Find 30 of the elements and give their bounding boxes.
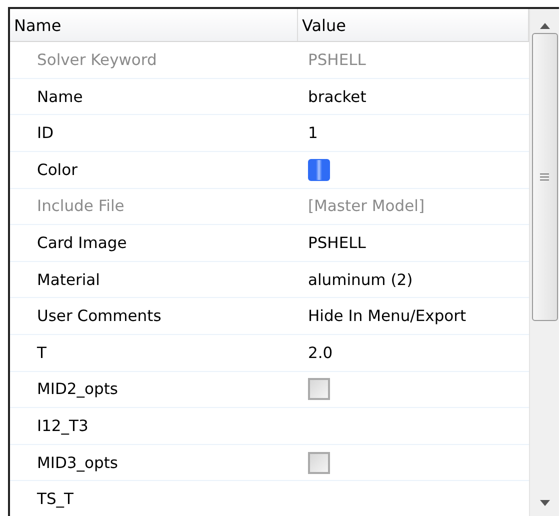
property-name: Name [36,86,84,108]
property-value: [Master Model] [308,197,424,216]
scroll-down-icon[interactable] [540,500,550,506]
property-name: Color [36,160,78,181]
scrollbar[interactable] [529,9,559,516]
property-name: MID2_opts [36,379,119,400]
scroll-thumb[interactable] [532,33,558,321]
property-name: Include File [36,196,126,218]
color-swatch[interactable] [308,158,330,181]
property-value: aluminum (2) [308,270,413,289]
property-name: User Comments [36,306,162,328]
property-value: 2.0 [308,344,333,362]
grip-icon [540,173,549,181]
property-name: I12_T3 [36,416,90,438]
property-name: Card Image [36,233,128,254]
property-name: MID3_opts [36,452,119,474]
property-name: Material [36,270,101,291]
property-value: bracket [308,88,366,106]
column-header[interactable]: Name [10,9,298,42]
property-name: ID [36,123,55,144]
property-value: PSHELL [308,234,366,252]
property-value: 1 [308,124,318,142]
scroll-up-icon[interactable] [540,23,550,29]
property-name: TS_T [36,489,75,510]
checkbox[interactable] [308,378,330,400]
property-name: T [36,342,48,364]
property-name: Solver Keyword [36,50,158,72]
property-value: Hide In Menu/Export [308,307,466,326]
property-value: PSHELL [308,51,366,70]
checkbox[interactable] [308,452,330,474]
